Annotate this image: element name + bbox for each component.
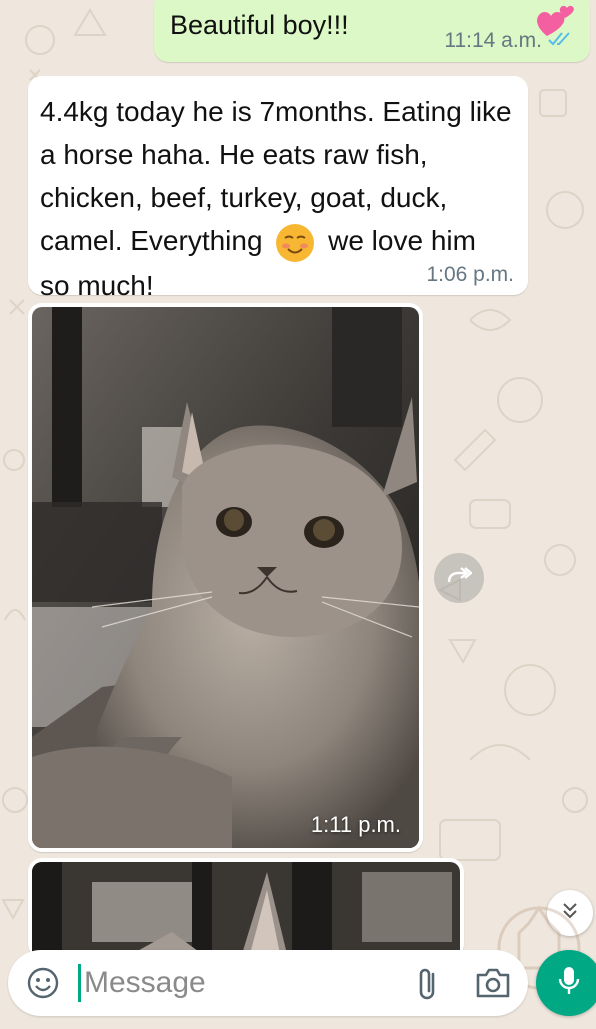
incoming-message-bubble[interactable]: 4.4kg today he is 7months. Eating like a… [28, 76, 528, 301]
message-text: Beautiful boy!!! [170, 10, 349, 40]
double-chevron-down-icon [560, 901, 580, 926]
read-double-check-icon [548, 29, 572, 53]
cat-photo[interactable]: 1:11 p.m. [32, 307, 419, 848]
message-time: 1:06 p.m. [426, 263, 514, 286]
message-time: 11:14 a.m. [444, 29, 542, 52]
cat-photo[interactable] [32, 862, 460, 954]
message-time: 1:11 p.m. [310, 812, 401, 837]
outgoing-message-bubble[interactable]: Beautiful boy!!! 11:14 a.m. [154, 0, 590, 62]
smiling-face-icon [274, 222, 316, 264]
paperclip-icon[interactable] [413, 966, 443, 1002]
incoming-photo-message[interactable] [28, 858, 464, 958]
forward-arrow-icon [446, 566, 473, 591]
text-cursor [78, 964, 81, 1002]
voice-record-button[interactable] [536, 950, 596, 1016]
emoji-face-icon[interactable] [26, 966, 60, 1000]
scroll-to-bottom-button[interactable] [547, 890, 593, 936]
message-meta: 11:14 a.m. [444, 29, 572, 53]
message-composer [8, 950, 528, 1016]
incoming-photo-message[interactable]: 1:11 p.m. [28, 303, 423, 852]
forward-button[interactable] [434, 553, 484, 603]
message-input[interactable] [84, 962, 404, 1004]
camera-icon[interactable] [474, 967, 512, 999]
microphone-icon [556, 964, 582, 1003]
